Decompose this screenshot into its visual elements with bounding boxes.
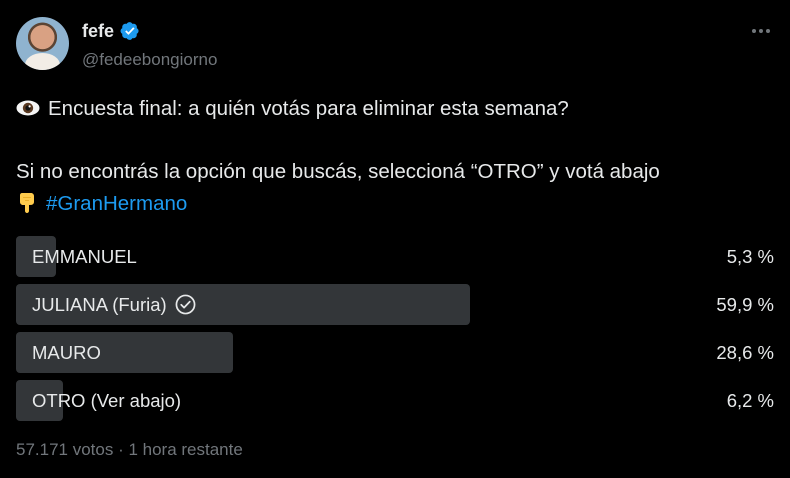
tweet-text-question: Encuesta final: a quién votás para elimi… bbox=[48, 97, 569, 120]
author-name[interactable]: fefe bbox=[82, 21, 114, 42]
poll-percent: 5,3 % bbox=[726, 245, 774, 267]
poll-option[interactable]: OTRO (Ver abajo) 6,2 % bbox=[16, 380, 774, 421]
author-name-row: fefe bbox=[82, 18, 140, 44]
poll-option-label: JULIANA (Furia) bbox=[32, 293, 167, 315]
avatar[interactable] bbox=[16, 17, 69, 70]
author-handle[interactable]: @fedeebongiorno bbox=[82, 50, 217, 70]
poll-option-label: OTRO (Ver abajo) bbox=[32, 389, 182, 411]
poll-option-label-row: OTRO (Ver abajo) bbox=[32, 380, 181, 421]
verified-badge-icon[interactable] bbox=[120, 21, 140, 41]
poll-option[interactable]: MAURO 28,6 % bbox=[16, 332, 774, 373]
tweet-text-line-1: Encuesta final: a quién votás para elimi… bbox=[16, 93, 774, 125]
tweet-text-line-3: #GranHermano bbox=[16, 188, 774, 220]
poll-percent: 28,6 % bbox=[716, 341, 774, 363]
poll-percent: 59,9 % bbox=[716, 293, 774, 315]
poll-option-label: MAURO bbox=[32, 341, 101, 363]
eye-emoji-icon bbox=[16, 100, 40, 116]
poll-option-label-row: JULIANA (Furia) bbox=[32, 284, 196, 325]
poll-option[interactable]: EMMANUEL 5,3 % bbox=[16, 236, 774, 277]
tweet-header: fefe @fedeebongiorno bbox=[16, 16, 774, 74]
hashtag-link[interactable]: #GranHermano bbox=[46, 192, 187, 215]
poll-option-label: EMMANUEL bbox=[32, 245, 137, 267]
poll: EMMANUEL 5,3 % JULIANA (Furia) 59,9 % MA… bbox=[16, 236, 774, 428]
poll-percent: 6,2 % bbox=[726, 389, 774, 411]
poll-option[interactable]: JULIANA (Furia) 59,9 % bbox=[16, 284, 774, 325]
poll-option-label-row: MAURO bbox=[32, 332, 101, 373]
pointing-down-emoji-icon bbox=[20, 193, 34, 213]
poll-option-label-row: EMMANUEL bbox=[32, 236, 137, 277]
tweet-text-line-2: Si no encontrás la opción que buscás, se… bbox=[16, 160, 660, 183]
more-options-icon[interactable] bbox=[748, 18, 774, 44]
poll-footer: 57.171 votos · 1 hora restante bbox=[16, 440, 243, 459]
check-circle-icon bbox=[175, 294, 196, 315]
